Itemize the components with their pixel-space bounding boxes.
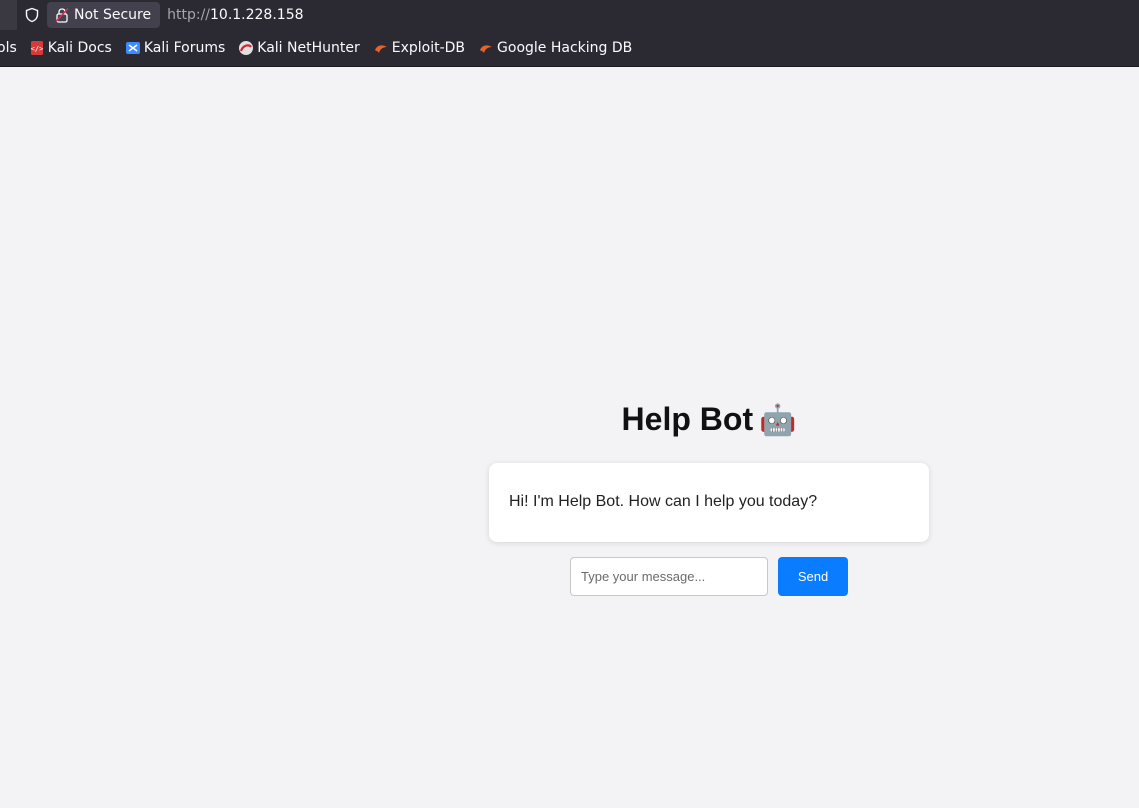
bookmark-label: Kali Docs <box>47 40 112 56</box>
insecure-lock-icon <box>55 7 69 23</box>
bookmark-label: Kali Forums <box>143 40 226 56</box>
robot-icon: 🤖 <box>759 404 797 437</box>
message-input[interactable] <box>570 557 768 596</box>
bookmark-tools-truncated[interactable]: ols <box>0 40 17 56</box>
kali-nethunter-icon <box>238 40 254 56</box>
bookmark-kali-nethunter[interactable]: Kali NetHunter <box>238 40 360 56</box>
address-field[interactable]: http://10.1.228.158 <box>167 7 303 23</box>
chat-box: Hi! I'm Help Bot. How can I help you tod… <box>489 463 929 542</box>
page-content: Help Bot 🤖 Hi! I'm Help Bot. How can I he… <box>0 67 1139 808</box>
not-secure-label: Not Secure <box>74 7 152 23</box>
kali-forums-icon <box>125 40 141 56</box>
svg-text:</>: </> <box>30 45 43 53</box>
bookmark-kali-docs[interactable]: </> Kali Docs <box>29 40 112 56</box>
bookmarks-toolbar: ols </> Kali Docs Kali Forums Kali NetHu… <box>0 30 1139 67</box>
google-hacking-db-icon <box>478 40 494 56</box>
kali-docs-icon: </> <box>29 40 45 56</box>
page-title: Help Bot 🤖 <box>489 401 929 438</box>
bookmark-exploit-db[interactable]: Exploit-DB <box>373 40 465 56</box>
bot-message: Hi! I'm Help Bot. How can I help you tod… <box>509 493 818 510</box>
bookmark-label: ols <box>0 40 17 56</box>
not-secure-badge[interactable]: Not Secure <box>47 2 161 28</box>
send-button[interactable]: Send <box>778 557 848 596</box>
bookmark-kali-forums[interactable]: Kali Forums <box>125 40 225 56</box>
bookmark-label: Google Hacking DB <box>497 40 633 56</box>
exploit-db-icon <box>373 40 389 56</box>
url-bar: Not Secure http://10.1.228.158 <box>0 0 1139 30</box>
page-title-text: Help Bot <box>621 401 754 437</box>
bookmark-label: Kali NetHunter <box>257 40 360 56</box>
bookmark-label: Exploit-DB <box>391 40 466 56</box>
tracking-protection-icon[interactable] <box>17 0 47 30</box>
url-host: 10.1.228.158 <box>210 7 304 23</box>
tab-edge[interactable] <box>0 0 17 30</box>
bookmark-google-hacking-db[interactable]: Google Hacking DB <box>478 40 632 56</box>
url-scheme: http:// <box>167 7 210 23</box>
